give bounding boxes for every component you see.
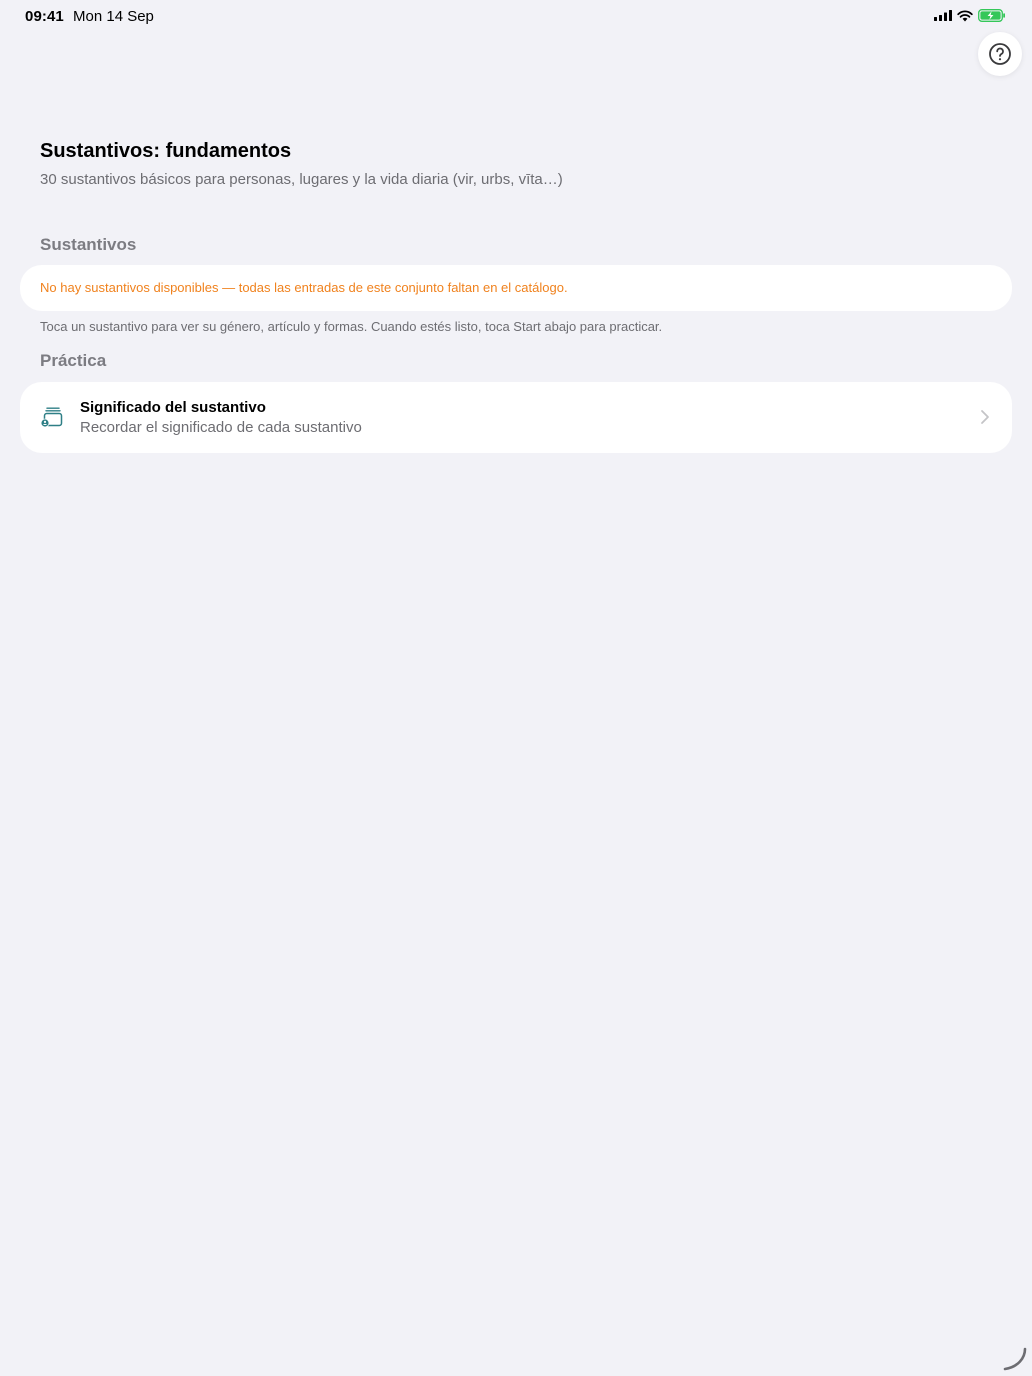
status-date: Mon 14 Sep [73, 8, 154, 25]
status-time: 09:41 [25, 8, 64, 25]
status-icons [934, 9, 1006, 22]
wifi-icon [957, 9, 973, 21]
page-title: Sustantivos: fundamentos [40, 140, 292, 162]
practice-item-subtitle: Recordar el significado de cada sustanti… [80, 419, 362, 436]
cards-icon [40, 407, 63, 428]
corner-indicator-icon [1003, 1347, 1027, 1371]
practice-item-title: Significado del sustantivo [80, 399, 266, 416]
section-header-nouns: Sustantivos [40, 235, 137, 254]
practice-item-noun-meaning[interactable]: Significado del sustantivo Recordar el s… [20, 382, 1012, 453]
help-button[interactable] [978, 32, 1022, 76]
status-bar: 09:41 Mon 14 Sep [0, 0, 1032, 32]
page-subtitle: 30 sustantivos básicos para personas, lu… [40, 171, 563, 188]
question-circle-icon [989, 43, 1011, 65]
nouns-hint: Toca un sustantivo para ver su género, a… [40, 319, 663, 334]
battery-charging-icon [978, 9, 1005, 22]
chevron-right-icon [981, 410, 989, 424]
nouns-empty-card: No hay sustantivos disponibles — todas l… [20, 265, 1012, 311]
section-header-practice: Práctica [40, 351, 107, 370]
nouns-empty-warning: No hay sustantivos disponibles — todas l… [40, 280, 568, 295]
cellular-signal-icon [934, 10, 952, 21]
